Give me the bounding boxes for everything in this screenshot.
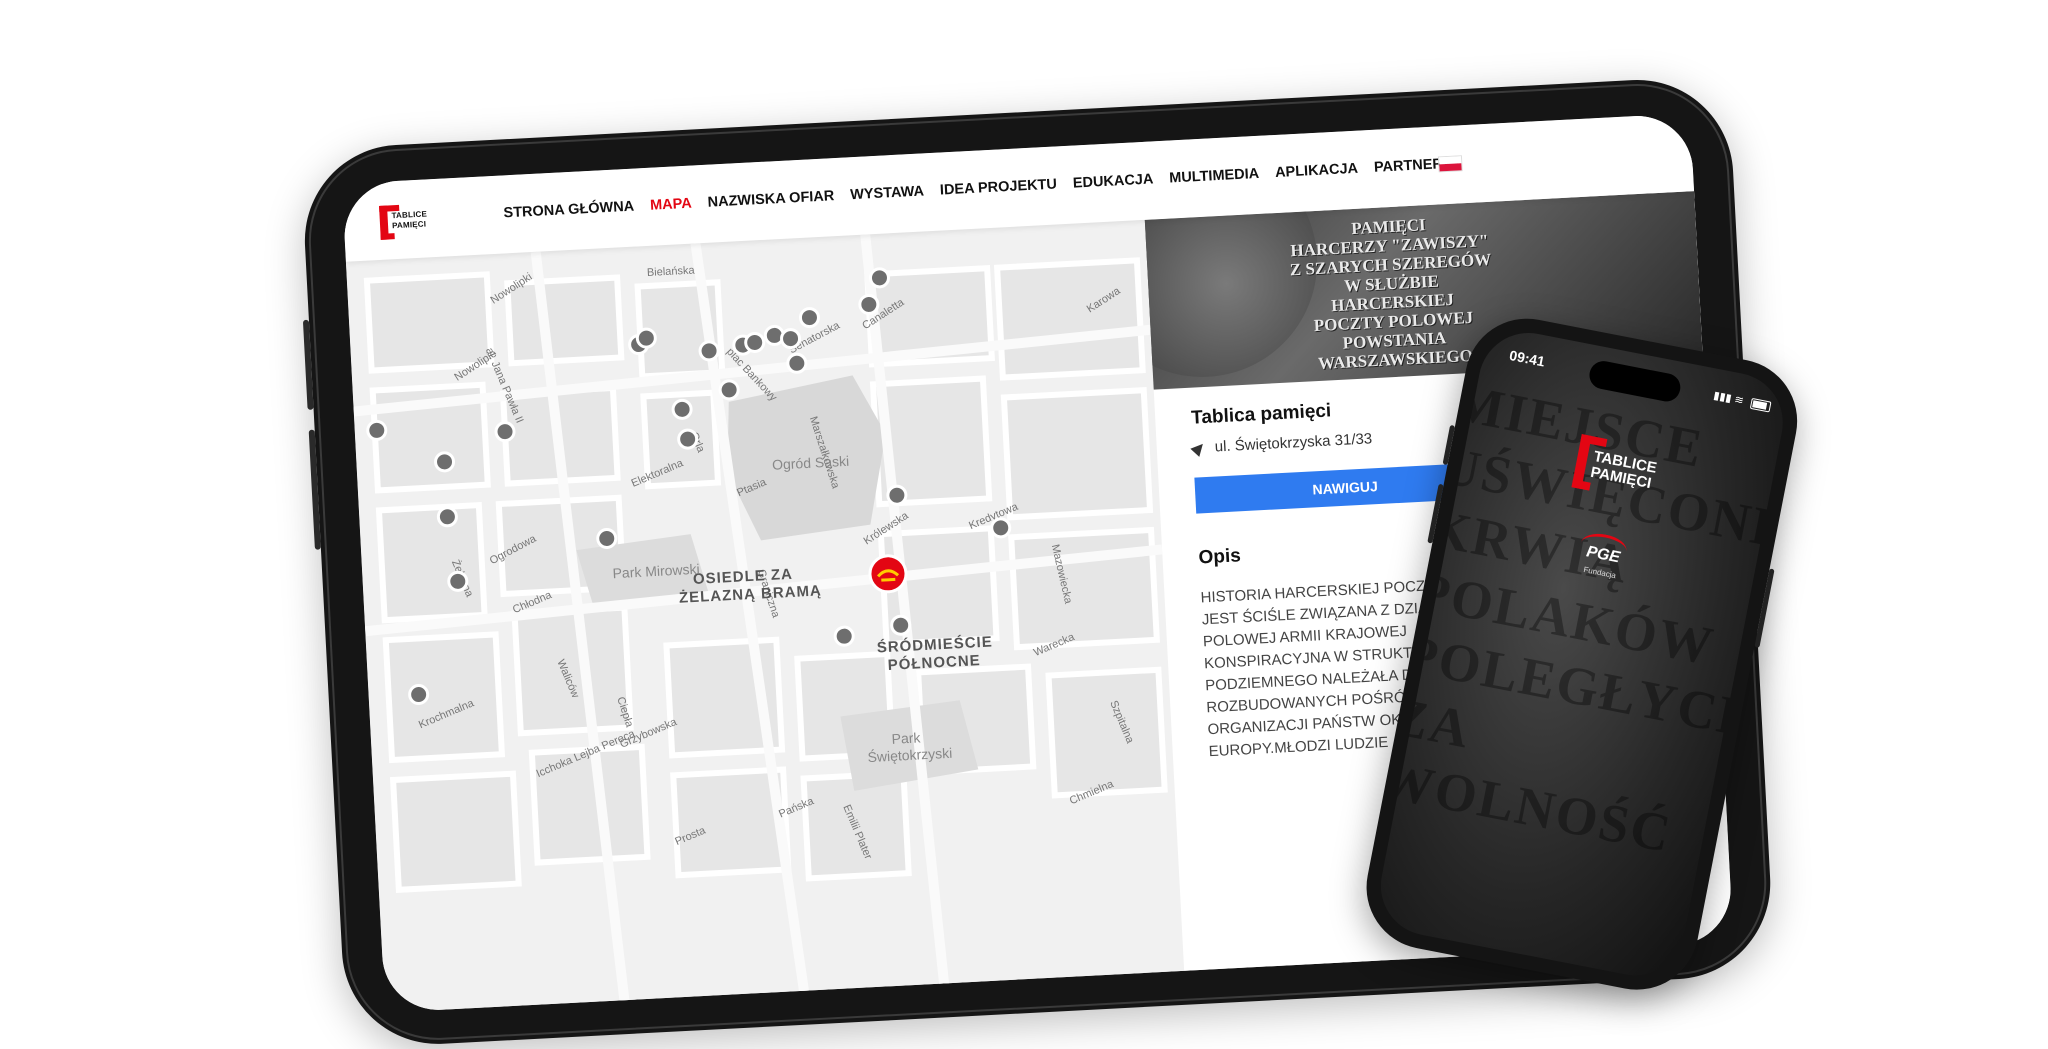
nav-item-multimedia[interactable]: MULTIMEDIA xyxy=(1169,166,1260,187)
street-label: Bielańska xyxy=(647,264,696,279)
status-time: 09:41 xyxy=(1508,347,1547,370)
place-title: Tablica pamięci xyxy=(1190,400,1332,429)
signal-icon: ▮▮▮ xyxy=(1712,389,1733,405)
map-marker[interactable] xyxy=(671,398,693,420)
map-marker[interactable] xyxy=(868,267,890,289)
nav-item-nazwiska-ofiar[interactable]: NAZWISKA OFIAR xyxy=(707,188,834,211)
map-marker[interactable] xyxy=(990,517,1012,539)
wifi-icon: ≋ xyxy=(1733,393,1745,408)
map-marker[interactable] xyxy=(786,352,808,374)
park-label: Park xyxy=(891,729,922,747)
map-marker[interactable] xyxy=(596,527,618,549)
map-marker[interactable] xyxy=(436,506,458,528)
phone-power-button xyxy=(1754,568,1775,648)
nav-item-aplikacja[interactable]: APLIKACJA xyxy=(1275,161,1359,181)
location-arrow-icon xyxy=(1190,439,1208,457)
map-marker[interactable] xyxy=(798,307,820,329)
pl-flag-icon[interactable] xyxy=(1437,155,1463,173)
map-marker[interactable] xyxy=(858,293,880,315)
map-marker[interactable] xyxy=(833,625,855,647)
nav-item-edukacja[interactable]: EDUKACJA xyxy=(1072,171,1153,191)
place-address: ul. Świętokrzyska 31/33 xyxy=(1190,430,1373,457)
map-marker[interactable] xyxy=(718,379,740,401)
nav-item-wystawa[interactable]: WYSTAWA xyxy=(850,183,925,203)
map-marker[interactable] xyxy=(408,684,430,706)
description-heading: Opis xyxy=(1198,545,1242,569)
map-view[interactable]: Bielańska Nowolipki al. Jana Pawła II No… xyxy=(345,219,1185,1013)
status-icons: ▮▮▮ ≋ xyxy=(1712,389,1772,413)
map-marker[interactable] xyxy=(677,428,699,450)
logo-text: TABLICE PAMIĘCI xyxy=(391,209,428,231)
map-marker[interactable] xyxy=(366,419,388,441)
map-marker[interactable] xyxy=(698,340,720,362)
battery-icon xyxy=(1749,397,1772,413)
map-marker[interactable] xyxy=(886,484,908,506)
map-marker[interactable] xyxy=(447,570,469,592)
map-marker[interactable] xyxy=(434,451,456,473)
nav-item-strona-glowna[interactable]: STRONA GŁÓWNA xyxy=(503,199,634,222)
nav-item-idea-projektu[interactable]: IDEA PROJEKTU xyxy=(940,176,1058,198)
tablet-volume-button xyxy=(302,319,314,410)
nav-item-mapa[interactable]: MAPA xyxy=(650,196,692,214)
map-marker[interactable] xyxy=(890,614,912,636)
map-canvas[interactable]: Bielańska Nowolipki al. Jana Pawła II No… xyxy=(346,220,1185,1013)
map-marker[interactable] xyxy=(744,331,766,353)
map-marker[interactable] xyxy=(494,421,516,443)
selected-map-marker[interactable] xyxy=(868,554,908,594)
tablet-volume-button xyxy=(308,429,321,550)
site-logo[interactable]: TABLICE PAMIĘCI xyxy=(379,203,435,244)
map-marker[interactable] xyxy=(780,328,802,350)
map-marker[interactable] xyxy=(635,327,657,349)
